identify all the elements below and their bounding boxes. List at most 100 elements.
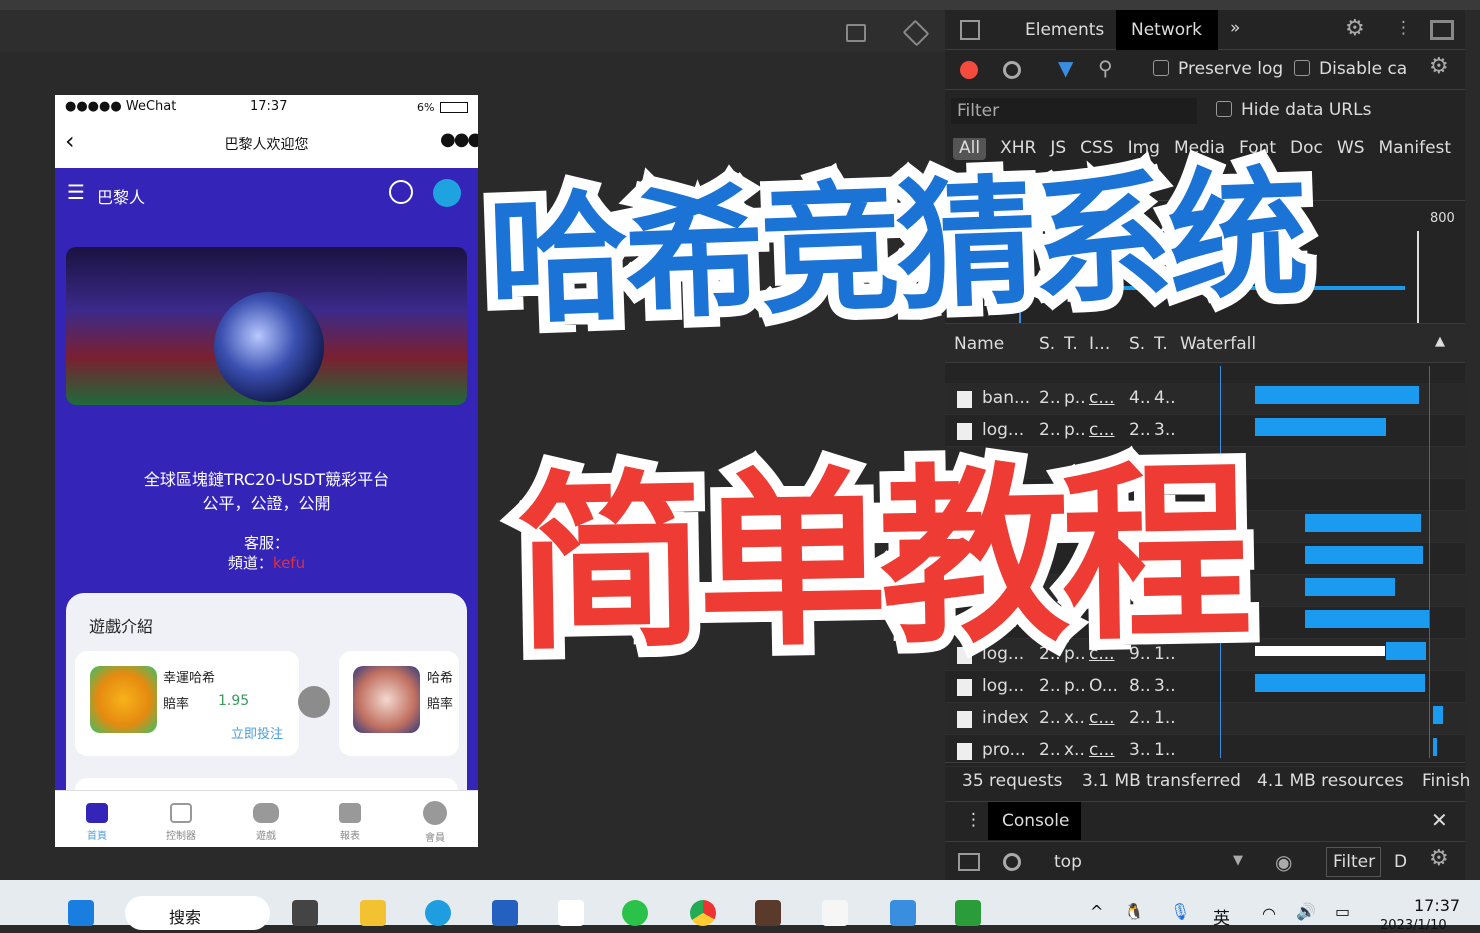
notepad-icon[interactable] <box>890 900 916 926</box>
file-explorer-icon[interactable] <box>360 900 386 926</box>
type-filter[interactable]: Manifest <box>1379 138 1452 158</box>
store-icon[interactable] <box>492 900 518 926</box>
cloud-drive-icon[interactable] <box>558 900 584 926</box>
disable-cache-checkbox[interactable]: Disable ca <box>1294 59 1407 79</box>
network-toolbar: ▼ ⚲ Preserve log Disable ca ⚙ <box>945 50 1465 90</box>
task-view-icon[interactable] <box>292 900 318 926</box>
column-name[interactable]: Name <box>954 334 1004 354</box>
dock-icon[interactable] <box>1430 20 1454 40</box>
column-waterfall[interactable]: Waterfall <box>1180 334 1256 354</box>
tab-label: 首頁 <box>87 831 107 842</box>
tab-label: 報表 <box>340 831 360 842</box>
request-status: 2.. <box>1039 740 1061 760</box>
console-settings-icon[interactable]: ⚙ <box>1429 846 1449 871</box>
tab-home[interactable]: 首頁 <box>55 791 139 847</box>
devtools-tabbar: Elements Network » ⚙ ⋮ <box>945 10 1465 50</box>
taskbar-clock[interactable]: 17:37 <box>1414 896 1460 915</box>
window-restore-icon[interactable] <box>846 24 866 42</box>
chrome-icon[interactable] <box>690 900 716 926</box>
qq-icon[interactable]: 🐧 <box>1124 902 1144 921</box>
hide-data-urls-checkbox[interactable]: Hide data URLs <box>1216 100 1371 120</box>
clear-icon[interactable] <box>1003 61 1021 79</box>
edge-icon[interactable] <box>425 900 451 926</box>
column-time[interactable]: T. <box>1154 334 1168 354</box>
bet-now-link[interactable]: 立即投注 <box>231 723 283 742</box>
preserve-log-checkbox[interactable]: Preserve log <box>1153 59 1283 79</box>
start-icon[interactable] <box>68 900 94 926</box>
request-initiator: c... <box>1089 740 1115 760</box>
banner-image[interactable] <box>66 247 467 405</box>
file-icon <box>957 711 972 728</box>
chevron-up-icon[interactable]: ^ <box>1090 902 1103 921</box>
wifi-icon[interactable]: ◠ <box>1262 904 1276 923</box>
column-status[interactable]: S. <box>1039 334 1055 354</box>
request-time: 1.. <box>1154 740 1176 760</box>
hamburger-icon[interactable]: ☰ <box>67 180 85 204</box>
tab-elements[interactable]: Elements <box>1025 20 1104 40</box>
request-type: x.. <box>1064 708 1085 728</box>
load-line <box>1417 231 1419 323</box>
transferred-size: 3.1 MB transferred <box>1082 771 1241 791</box>
kebab-menu-icon[interactable]: ⋮ <box>1395 18 1412 38</box>
inspect-icon[interactable] <box>960 20 980 40</box>
taskbar-date[interactable]: 2023/1/10 <box>1380 918 1447 933</box>
headline: 全球區塊鏈TRC20-USDT競彩平台 <box>143 470 390 489</box>
gear-icon[interactable]: ⚙ <box>1345 16 1365 41</box>
game-name: 幸運哈希 <box>163 671 216 686</box>
carousel-handle[interactable] <box>298 686 330 718</box>
filter-icon[interactable]: ▼ <box>1058 56 1073 80</box>
chevron-down-icon[interactable]: ▼ <box>1233 853 1243 868</box>
more-dots-icon[interactable]: ●●● <box>440 129 478 150</box>
app-icon[interactable] <box>755 900 781 926</box>
sort-ascending-icon[interactable]: ▲ <box>1435 334 1445 349</box>
bottom-tab-bar: 首頁 控制器 遊戲 報表 會員 <box>55 790 478 847</box>
battery-icon[interactable]: ▭ <box>1335 902 1350 921</box>
volume-icon[interactable]: 🔊 <box>1296 902 1316 921</box>
more-tabs-icon[interactable]: » <box>1230 18 1240 38</box>
eye-icon[interactable]: ◉ <box>1275 850 1292 874</box>
waterfall-bar <box>1305 546 1423 564</box>
app-title: 巴黎人 <box>97 188 146 207</box>
game-card[interactable]: 幸運哈希 賠率 1.95 立即投注 <box>75 651 299 756</box>
tab-console[interactable]: Console <box>988 802 1081 840</box>
channel-line: 頻道：kefu <box>55 552 478 573</box>
console-filter-input[interactable]: Filter <box>1326 847 1381 877</box>
wechat-icon[interactable] <box>622 900 648 926</box>
channel-link[interactable]: kefu <box>273 554 305 572</box>
odds-label: 賠率 <box>163 697 190 712</box>
terminal-icon[interactable] <box>822 900 848 926</box>
tab-member[interactable]: 會員 <box>393 791 477 847</box>
microphone-icon[interactable]: 🎙 <box>1170 902 1190 921</box>
levels-select[interactable]: D <box>1394 852 1407 872</box>
tab-controller[interactable]: 控制器 <box>139 791 223 847</box>
tab-games[interactable]: 遊戲 <box>224 791 308 847</box>
wechat-nav: ‹ 巴黎人欢迎您 ●●● <box>55 121 478 168</box>
filter-input[interactable]: Filter <box>951 98 1197 124</box>
request-name: index <box>982 708 1029 728</box>
overlay-title: 哈希竞猜系统 <box>475 142 1318 355</box>
tab-reports[interactable]: 報表 <box>308 791 392 847</box>
request-type: x.. <box>1064 740 1085 760</box>
rotate-icon[interactable] <box>902 19 930 47</box>
sidebar-toggle-icon[interactable] <box>958 853 980 871</box>
record-icon[interactable] <box>960 61 978 79</box>
slogan: 公平，公證，公開 <box>202 494 331 513</box>
disable-cache-label: Disable ca <box>1319 59 1408 79</box>
network-settings-icon[interactable]: ⚙ <box>1429 54 1449 79</box>
context-select[interactable]: top <box>1054 852 1082 872</box>
tab-network[interactable]: Network <box>1116 10 1218 50</box>
user-avatar-icon[interactable] <box>433 179 461 207</box>
drawer-menu-icon[interactable]: ⋮ <box>965 810 982 830</box>
search-icon[interactable]: ⚲ <box>1098 56 1113 80</box>
type-filter[interactable]: WS <box>1337 138 1365 158</box>
ime-indicator[interactable]: 英 <box>1213 904 1230 929</box>
column-type[interactable]: T. <box>1064 334 1078 354</box>
close-icon[interactable]: ✕ <box>1431 808 1448 832</box>
column-size[interactable]: S. <box>1129 334 1145 354</box>
game-card[interactable]: 哈希 賠率 <box>339 651 459 756</box>
clear-console-icon[interactable] <box>1003 853 1021 871</box>
globe-icon[interactable] <box>389 180 413 204</box>
column-initiator[interactable]: I... <box>1089 334 1110 354</box>
table-row[interactable]: index 2.. x.. c... 2.. 1.. <box>945 703 1465 735</box>
hbuilder-icon[interactable] <box>955 900 981 926</box>
